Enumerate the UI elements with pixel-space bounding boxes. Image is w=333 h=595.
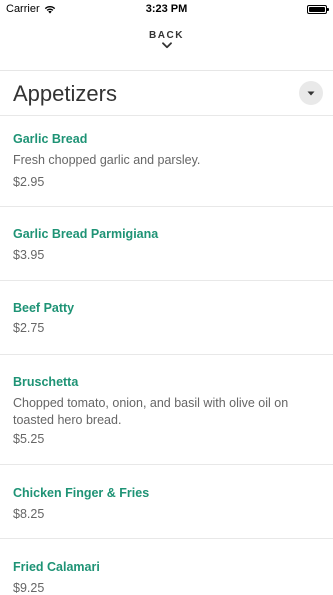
menu-item[interactable]: Beef Patty $2.75 <box>0 280 333 355</box>
menu-item-price: $3.95 <box>13 248 45 262</box>
menu-item-price: $2.75 <box>13 321 45 335</box>
menu-item-price: $8.25 <box>13 507 45 521</box>
menu-item-price: $9.25 <box>13 581 45 595</box>
menu-item[interactable]: Garlic Bread Parmigiana $3.95 <box>0 206 333 281</box>
menu-item-name: Fried Calamari <box>13 560 100 574</box>
menu-item-name: Chicken Finger & Fries <box>13 486 150 500</box>
menu-item-name: Garlic Bread Parmigiana <box>13 227 159 241</box>
caret-down-icon <box>307 91 315 95</box>
back-label: BACK <box>149 30 184 41</box>
menu-item[interactable]: Chicken Finger & Fries $8.25 <box>0 464 333 539</box>
menu-item[interactable]: Fried Calamari $9.25 <box>0 538 333 595</box>
status-time: 3:23 PM <box>145 3 188 15</box>
menu-item-description: Fresh chopped garlic and parsley. <box>13 153 201 167</box>
menu-item-price: $2.95 <box>13 175 45 189</box>
menu-item[interactable]: Bruschetta Chopped tomato, onion, and ba… <box>0 354 333 465</box>
menu-item-price: $5.25 <box>13 432 45 446</box>
menu-item[interactable]: Garlic Bread Fresh chopped garlic and pa… <box>0 115 333 207</box>
menu-item-name: Bruschetta <box>13 375 79 389</box>
menu-item-name: Garlic Bread <box>13 132 88 146</box>
section-dropdown-button[interactable] <box>299 81 323 105</box>
battery-icon <box>307 5 329 14</box>
back-button[interactable]: BACK <box>0 30 333 49</box>
chevron-down-icon <box>161 42 172 49</box>
section-header: Appetizers <box>0 71 333 115</box>
status-bar: Carrier 3:23 PM <box>0 0 333 20</box>
menu-item-name: Beef Patty <box>13 301 75 315</box>
section-title: Appetizers <box>13 81 117 106</box>
menu-item-description: Chopped tomato, onion, and basil with ol… <box>13 396 289 427</box>
